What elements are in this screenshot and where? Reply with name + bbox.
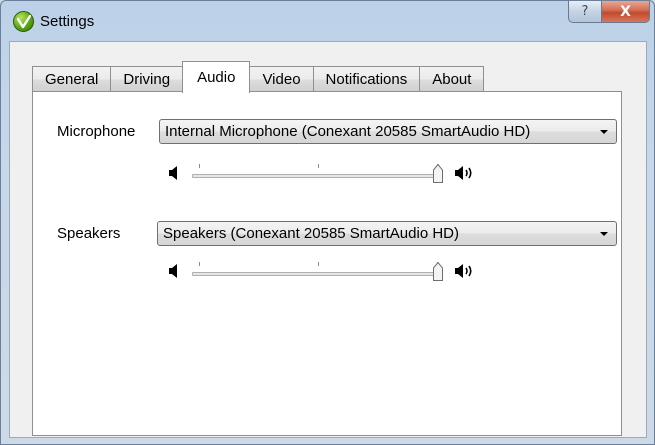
slider-tick	[318, 262, 319, 266]
close-button[interactable]: X	[602, 1, 650, 23]
title-buttons: ? X	[568, 1, 650, 27]
help-icon: ?	[581, 4, 589, 19]
window-client-area: General Driving Audio Video Notification…	[9, 41, 647, 438]
speakers-volume-thumb[interactable]	[433, 261, 443, 281]
chevron-down-icon	[600, 232, 608, 236]
audio-tab-panel: Microphone Internal Microphone (Conexant…	[32, 91, 622, 436]
tab-general[interactable]: General	[32, 66, 112, 92]
tab-strip: General Driving Audio Video Notification…	[32, 60, 485, 93]
slider-tick	[199, 164, 200, 168]
slider-tick	[199, 262, 200, 266]
tab-audio[interactable]: Audio	[182, 61, 251, 93]
speakers-volume-row	[168, 260, 488, 286]
microphone-volume-track[interactable]	[192, 164, 442, 178]
microphone-volume-thumb[interactable]	[433, 163, 443, 183]
tab-about[interactable]: About	[419, 66, 485, 92]
tab-notifications[interactable]: Notifications	[312, 66, 421, 92]
microphone-label: Microphone	[57, 123, 136, 140]
window-title: Settings	[40, 13, 95, 30]
speakers-selected-value: Speakers (Conexant 20585 SmartAudio HD)	[163, 225, 459, 242]
speaker-high-icon	[454, 165, 476, 185]
microphone-volume-row	[168, 162, 488, 188]
speakers-select[interactable]: Speakers (Conexant 20585 SmartAudio HD)	[157, 221, 617, 246]
title-bar[interactable]: Settings ? X	[1, 1, 654, 41]
close-icon: X	[620, 3, 631, 20]
microphone-selected-value: Internal Microphone (Conexant 20585 Smar…	[165, 123, 531, 140]
speaker-low-icon	[168, 263, 180, 283]
slider-tick	[318, 164, 319, 168]
settings-window: Settings ? X General Driving Audio Video…	[0, 0, 655, 445]
microphone-select[interactable]: Internal Microphone (Conexant 20585 Smar…	[159, 119, 617, 144]
app-logo-icon	[13, 11, 34, 32]
speakers-label: Speakers	[57, 225, 121, 242]
speakers-volume-track[interactable]	[192, 262, 442, 276]
tab-driving[interactable]: Driving	[110, 66, 184, 92]
chevron-down-icon	[600, 130, 608, 134]
speaker-low-icon	[168, 165, 180, 185]
help-button[interactable]: ?	[568, 1, 602, 23]
speaker-high-icon	[454, 263, 476, 283]
tab-video[interactable]: Video	[249, 66, 314, 92]
